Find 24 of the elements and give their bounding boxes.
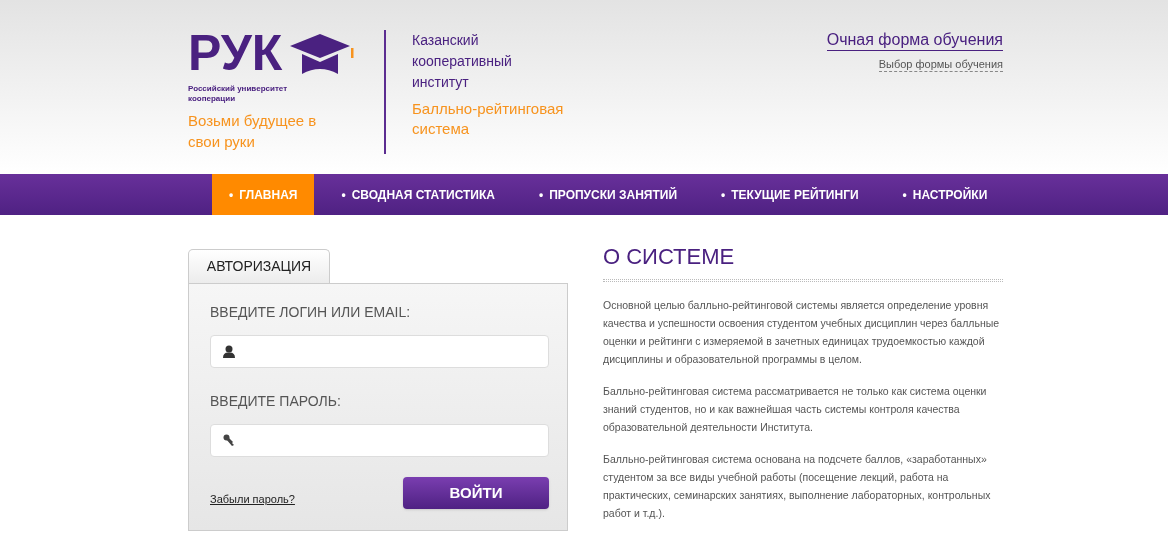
about-paragraph: Балльно-рейтинговая система основана на подсчете баллов, «заработанных» студентом за все виды учебной работы (посещение лекций, работа на практических, семинарских занятиях, выполнение лабораторных, контрольных работ и т.д.). xyxy=(603,452,992,521)
nav-tab[interactable]: • ПРОПУСКИ ЗАНЯТИЙ xyxy=(521,174,695,215)
nav-tab[interactable]: • ТЕКУЩИЕ РЕЙТИНГИ xyxy=(704,174,876,215)
login-label: ВВЕДИТЕ ЛОГИН ИЛИ EMAIL: xyxy=(210,303,412,322)
nav-tab[interactable]: • СВОДНАЯ СТАТИСТИКА xyxy=(324,174,512,215)
forgot-password-link[interactable]: Забыли пароль? xyxy=(210,490,295,508)
password-field[interactable] xyxy=(210,424,549,457)
key-icon xyxy=(223,433,234,448)
about-paragraph: Основной целью балльно-рейтинговой системы является определение уровня качества и успешности освоения студентом учебных дисциплин через балльные оценки и рейтинги с измеряемой в зачетных единицах трудоемкостью каждой дисциплины и образовательной программы в целом. xyxy=(603,298,1001,367)
logo-subtitle: Российский университет кооперации xyxy=(188,84,289,104)
user-icon xyxy=(223,345,235,358)
password-label: ВВЕДИТЕ ПАРОЛЬ: xyxy=(210,392,342,411)
nav-tab[interactable]: • НАСТРОЙКИ xyxy=(885,174,1005,215)
choose-form-link[interactable]: Выбор формы обучения xyxy=(878,57,1003,72)
slogan: Возьми будущее в свои руки xyxy=(188,111,318,152)
study-form-link[interactable]: Очная форма обучения xyxy=(826,30,1003,51)
login-field[interactable] xyxy=(210,335,549,368)
logo-wordmark: РУК xyxy=(188,30,283,76)
about-title: О СИСТЕМЕ xyxy=(603,243,736,271)
institute-name: Казанский кооперативный институт xyxy=(412,31,513,92)
system-name: Балльно-рейтинговая система xyxy=(412,99,565,139)
login-button[interactable]: ВОЙТИ xyxy=(403,477,549,509)
about-paragraph: Балльно-рейтинговая система рассматривается не только как система оценки знаний студентов, но и как важнейшая часть системы контроля качества образовательной деятельности Института. xyxy=(603,384,988,435)
login-tab[interactable]: АВТОРИЗАЦИЯ xyxy=(188,249,330,283)
